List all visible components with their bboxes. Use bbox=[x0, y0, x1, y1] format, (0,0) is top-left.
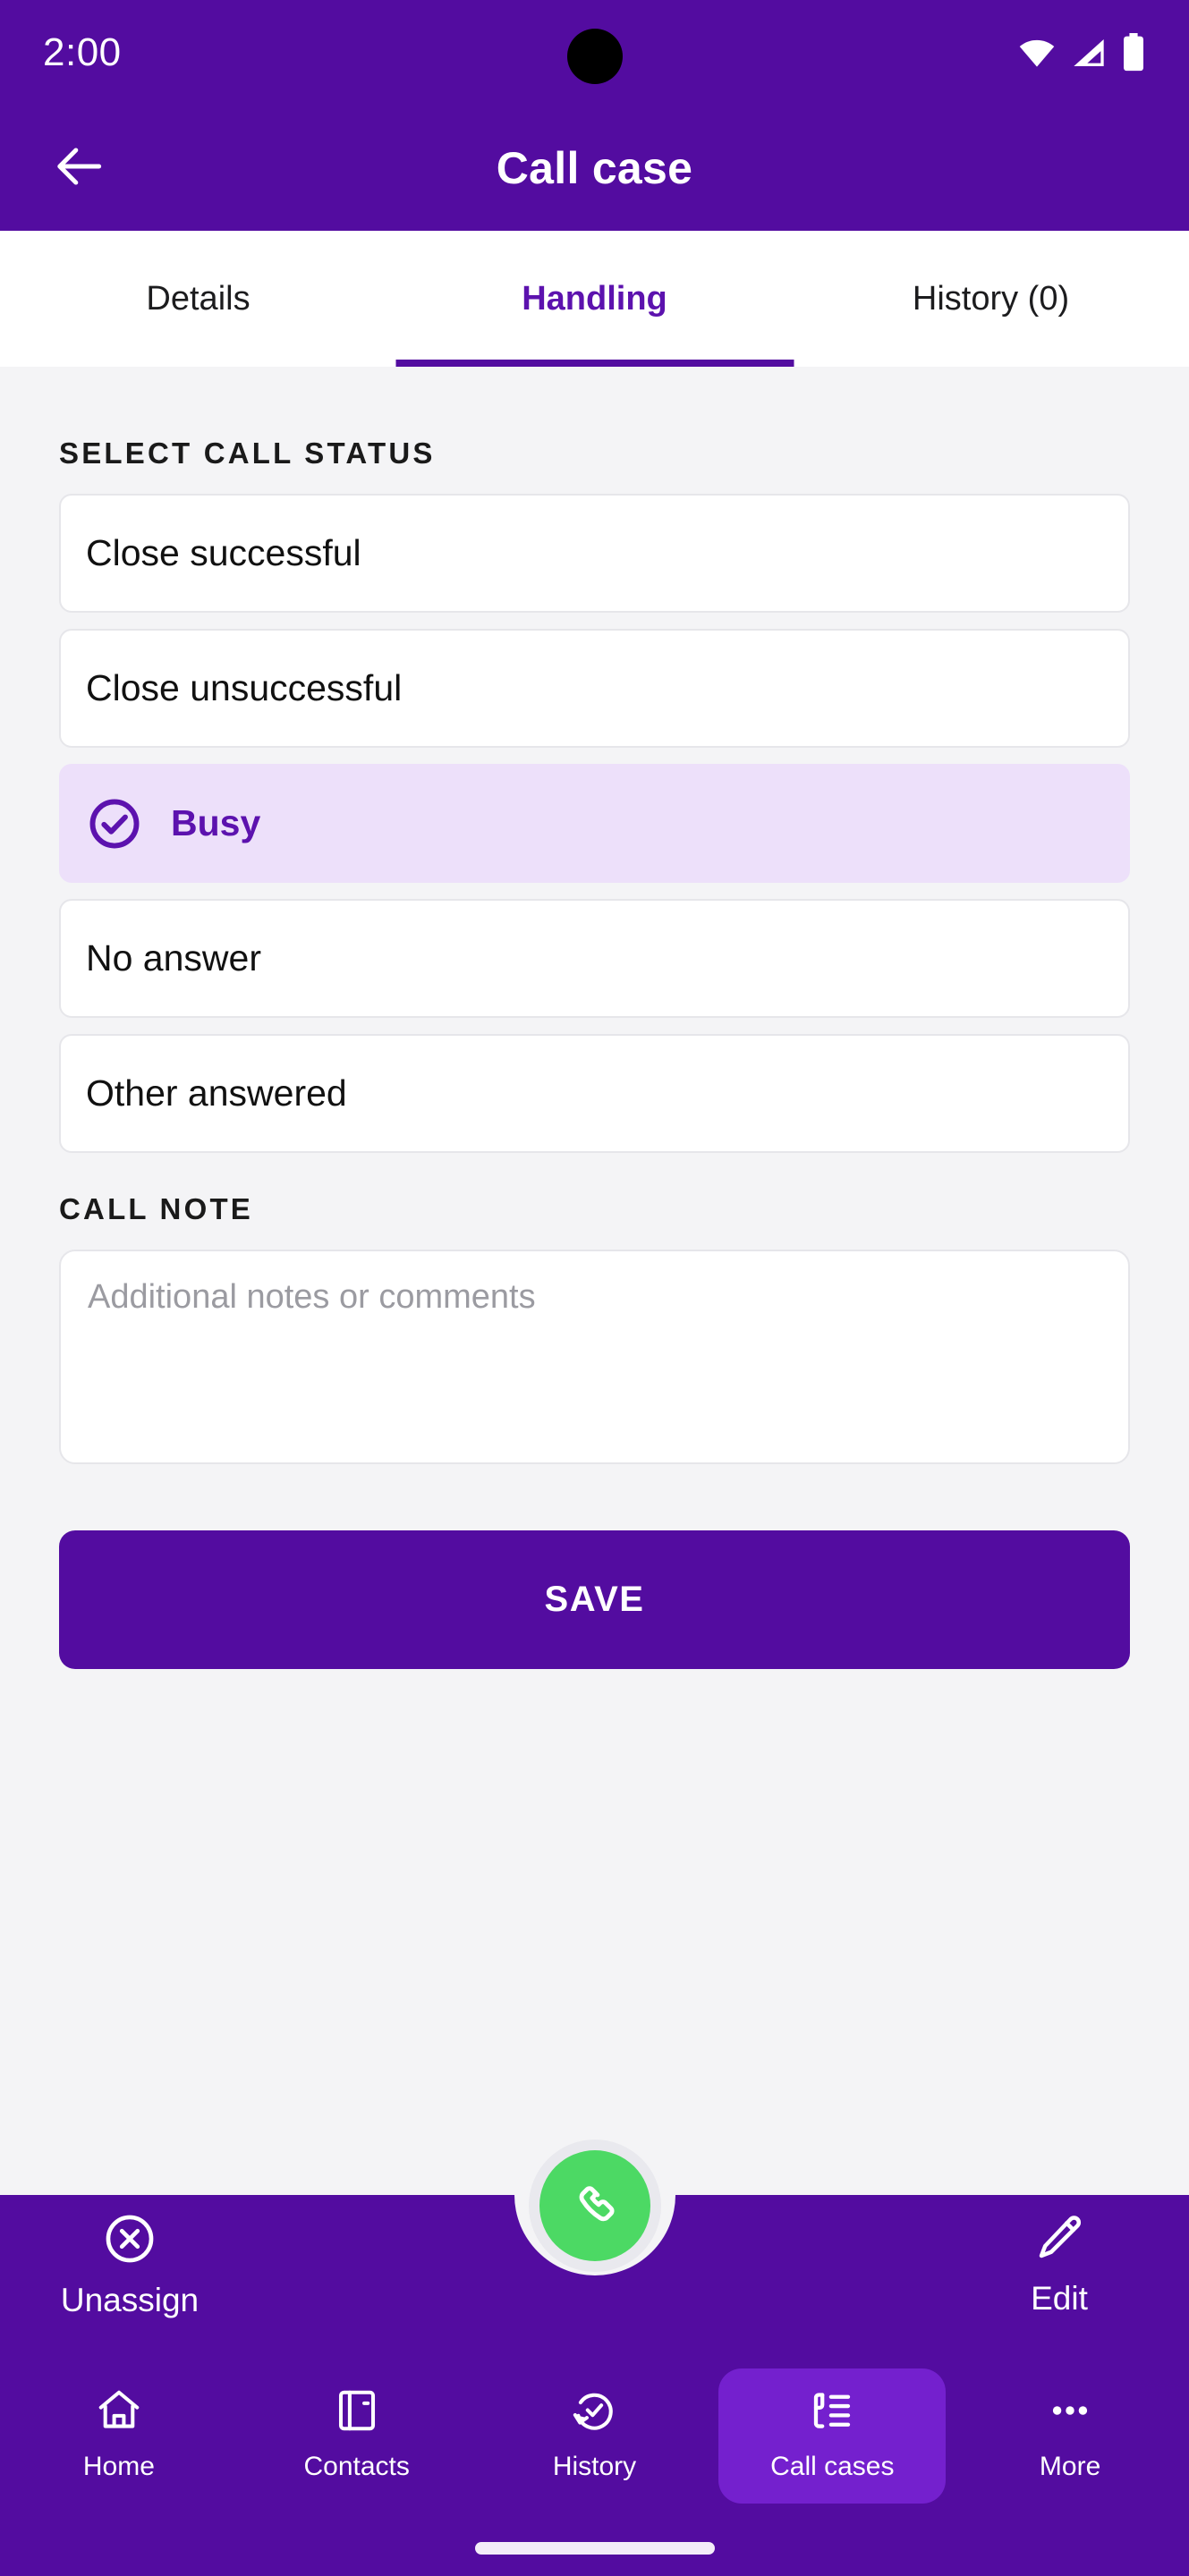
call-fab-button[interactable] bbox=[539, 2150, 650, 2261]
status-option-close-unsuccessful[interactable]: Close unsuccessful bbox=[59, 629, 1130, 748]
page-title: Call case bbox=[496, 143, 693, 193]
app-screen: 2:00 Call case Details Handling History … bbox=[0, 0, 1189, 2576]
status-option-busy[interactable]: Busy bbox=[59, 764, 1130, 883]
nav-label: Call cases bbox=[770, 2452, 895, 2481]
nav-item-contacts[interactable]: Contacts bbox=[243, 2368, 471, 2504]
status-option-close-successful[interactable]: Close successful bbox=[59, 494, 1130, 613]
front-camera-cutout bbox=[566, 29, 623, 84]
nav-item-more[interactable]: More bbox=[956, 2368, 1184, 2504]
nav-label: More bbox=[1039, 2452, 1101, 2481]
pencil-icon bbox=[1032, 2211, 1086, 2269]
nav-label: Contacts bbox=[303, 2452, 410, 2481]
tab-bar: Details Handling History (0) bbox=[0, 231, 1189, 367]
ellipsis-icon bbox=[1046, 2386, 1094, 2439]
cellular-signal-icon bbox=[1071, 35, 1107, 71]
status-option-label: Other answered bbox=[86, 1072, 347, 1114]
status-option-other-answered[interactable]: Other answered bbox=[59, 1034, 1130, 1153]
status-bar-clock: 2:00 bbox=[43, 30, 122, 74]
phone-icon bbox=[567, 2176, 623, 2236]
arrow-left-icon bbox=[53, 139, 108, 199]
check-circle-icon bbox=[86, 795, 143, 852]
tab-handling[interactable]: Handling bbox=[396, 231, 793, 367]
status-option-label: No answer bbox=[86, 937, 261, 979]
status-bar-icons bbox=[1017, 33, 1146, 72]
unassign-label: Unassign bbox=[60, 2282, 200, 2318]
nav-item-call-cases[interactable]: Call cases bbox=[718, 2368, 947, 2504]
nav-item-home[interactable]: Home bbox=[5, 2368, 233, 2504]
status-option-label: Close unsuccessful bbox=[86, 667, 403, 708]
call-list-icon bbox=[808, 2386, 856, 2439]
home-icon bbox=[95, 2386, 143, 2439]
nav-label: Home bbox=[82, 2452, 155, 2481]
clock-check-icon bbox=[570, 2386, 618, 2439]
close-circle-icon bbox=[102, 2211, 157, 2271]
edit-button[interactable]: Edit bbox=[956, 2211, 1162, 2318]
unassign-button[interactable]: Unassign bbox=[27, 2211, 233, 2319]
save-button[interactable]: SAVE bbox=[59, 1530, 1130, 1669]
status-bar: 2:00 bbox=[0, 0, 1189, 106]
call-note-label: CALL NOTE bbox=[59, 1192, 254, 1225]
select-call-status-label: SELECT CALL STATUS bbox=[59, 436, 436, 470]
nav-label: History bbox=[552, 2452, 637, 2481]
edit-label: Edit bbox=[1031, 2280, 1088, 2317]
back-button[interactable] bbox=[45, 132, 116, 204]
home-indicator bbox=[474, 2542, 715, 2555]
status-option-label: Busy bbox=[171, 802, 261, 843]
tab-history[interactable]: History (0) bbox=[793, 231, 1189, 367]
status-option-no-answer[interactable]: No answer bbox=[59, 899, 1130, 1018]
status-option-label: Close successful bbox=[86, 532, 361, 573]
battery-icon bbox=[1121, 33, 1146, 72]
address-book-icon bbox=[333, 2386, 381, 2439]
wifi-icon bbox=[1017, 33, 1057, 72]
nav-item-history[interactable]: History bbox=[481, 2368, 709, 2504]
tab-details[interactable]: Details bbox=[0, 231, 396, 367]
call-note-input[interactable]: Additional notes or comments bbox=[59, 1250, 1130, 1464]
call-note-placeholder: Additional notes or comments bbox=[88, 1278, 536, 1316]
app-bar: Call case bbox=[0, 106, 1189, 231]
